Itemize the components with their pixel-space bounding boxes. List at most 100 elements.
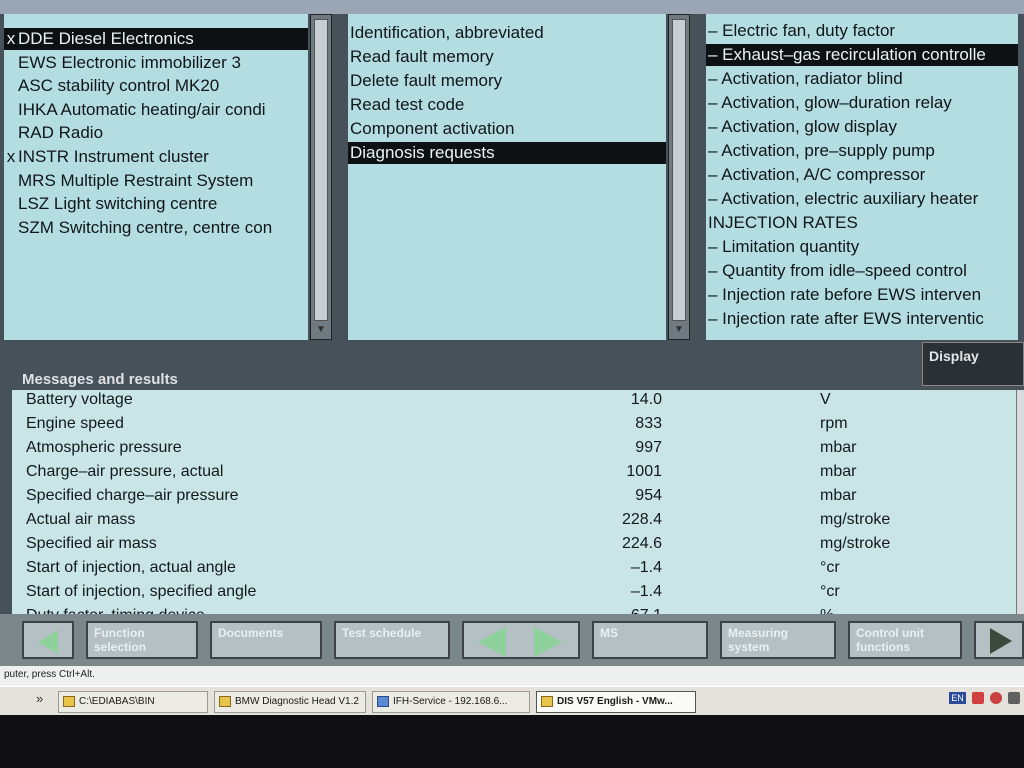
list-item[interactable]: SZM Switching centre, centre con	[4, 217, 308, 239]
forward-button[interactable]	[974, 621, 1024, 659]
list-item[interactable]: INJECTION RATES	[706, 212, 1018, 234]
control-unit-functions-button[interactable]: Control unit functions	[848, 621, 962, 659]
volume-icon[interactable]	[1008, 692, 1020, 705]
list-item[interactable]: Component activation	[348, 118, 666, 140]
list-item-label: Read test code	[350, 95, 465, 114]
list-item[interactable]: Diagnosis requests	[348, 142, 666, 164]
antivirus-icon[interactable]	[989, 692, 1002, 705]
task-dis-vmware[interactable]: DIS V57 English - VMw...	[536, 691, 696, 713]
function-list-scrollbar[interactable]: ▼	[668, 14, 690, 340]
result-unit: mg/stroke	[820, 511, 891, 528]
window-icon	[541, 696, 553, 707]
table-row: Start of injection, actual angle –1.4 °cr	[12, 556, 1016, 580]
selection-mark: x	[6, 147, 16, 166]
chevron-down-icon[interactable]: ▼	[669, 323, 689, 337]
list-item[interactable]: LSZ Light switching centre	[4, 193, 308, 215]
list-item[interactable]: – Activation, A/C compressor	[706, 164, 1018, 186]
results-table: Battery voltage 14.0 V Engine speed 833 rpm At…	[12, 390, 1016, 614]
test-schedule-button[interactable]: Test schedule	[334, 621, 450, 659]
list-item[interactable]: Read test code	[348, 94, 666, 116]
taskbar: » C:\EDIABAS\BIN BMW Diagnostic Head V1.…	[0, 686, 1024, 715]
table-row: Actual air mass 228.4 mg/stroke	[12, 508, 1016, 532]
result-unit: °cr	[820, 583, 840, 600]
top-strip	[0, 0, 1024, 14]
display-button[interactable]: Display	[922, 342, 1024, 386]
task-diagnostic-head[interactable]: BMW Diagnostic Head V1.2	[214, 691, 366, 713]
list-item[interactable]: EWS Electronic immobilizer 3	[4, 52, 308, 74]
result-unit: mbar	[820, 463, 857, 480]
list-item-label: MRS Multiple Restraint System	[18, 170, 254, 190]
result-name: Atmospheric pressure	[26, 439, 182, 456]
request-list-panel[interactable]: – Electric fan, duty factor – Exhaust–gas…	[706, 14, 1018, 340]
result-value: 224.6	[621, 535, 662, 552]
measuring-system-button[interactable]: Measuring system	[720, 621, 836, 659]
list-item-label: – Limitation quantity	[708, 237, 860, 256]
list-item[interactable]: – Injection rate before EWS interven	[706, 284, 1018, 306]
result-value: –1.4	[630, 583, 662, 600]
back-button[interactable]	[22, 621, 74, 659]
result-value: 14.0	[630, 391, 662, 408]
list-item-label: – Activation, glow display	[708, 117, 897, 136]
result-name: Engine speed	[26, 415, 124, 432]
lock-icon	[219, 696, 231, 707]
chevron-down-icon[interactable]: ▼	[311, 323, 331, 337]
result-unit: mg/stroke	[820, 535, 891, 552]
result-value: –1.4	[630, 559, 662, 576]
language-indicator[interactable]: EN	[949, 692, 966, 705]
list-item[interactable]: ASC stability control MK20	[4, 75, 308, 97]
list-item[interactable]: – Exhaust–gas recirculation controlle	[706, 44, 1018, 66]
list-item[interactable]: x INSTR Instrument cluster	[4, 146, 308, 168]
arrow-right-icon	[990, 628, 1012, 654]
list-item[interactable]: – Activation, glow display	[706, 116, 1018, 138]
task-ediabas[interactable]: C:\EDIABAS\BIN	[58, 691, 208, 713]
scrollbar-thumb[interactable]	[314, 19, 328, 321]
list-item[interactable]: – Limitation quantity	[706, 236, 1018, 258]
network-error-icon[interactable]	[971, 692, 984, 705]
list-item[interactable]: RAD Radio	[4, 122, 308, 144]
list-item-label: IHKA Automatic heating/air condi	[18, 99, 266, 119]
list-item-label: RAD Radio	[18, 123, 104, 143]
list-item-label: – Injection rate after EWS interventic	[708, 309, 984, 328]
result-name: Start of injection, specified angle	[26, 583, 257, 600]
list-item[interactable]: IHKA Automatic heating/air condi	[4, 99, 308, 121]
task-ifh-service[interactable]: IFH-Service - 192.168.6...	[372, 691, 530, 713]
list-item[interactable]: Delete fault memory	[348, 70, 666, 92]
network-icon	[377, 696, 389, 707]
taskbar-chevron[interactable]: »	[36, 691, 43, 706]
results-scrollbar[interactable]	[1016, 390, 1024, 614]
ecu-list-panel[interactable]: x DDE Diesel Electronics EWS Electronic im…	[4, 14, 308, 340]
list-item-label: – Activation, radiator blind	[708, 69, 903, 88]
list-item-label: DDE Diesel Electronics	[18, 29, 194, 48]
list-item[interactable]: – Electric fan, duty factor	[706, 20, 1018, 42]
arrow-left-icon[interactable]	[478, 627, 506, 657]
result-name: Specified air mass	[26, 535, 157, 552]
table-row: Specified charge–air pressure 954 mbar	[12, 484, 1016, 508]
list-item[interactable]: – Activation, electric auxiliary heater	[706, 188, 1018, 210]
ecu-list-scrollbar[interactable]: ▼	[310, 14, 332, 340]
list-item[interactable]: – Activation, pre–supply pump	[706, 140, 1018, 162]
table-row: Engine speed 833 rpm	[12, 412, 1016, 436]
arrow-right-icon[interactable]	[534, 627, 562, 657]
list-item[interactable]: – Activation, radiator blind	[706, 68, 1018, 90]
list-item[interactable]: Read fault memory	[348, 46, 666, 68]
prev-next-button[interactable]	[462, 621, 580, 659]
result-name: Specified charge–air pressure	[26, 487, 239, 504]
list-item[interactable]: MRS Multiple Restraint System	[4, 170, 308, 192]
bottom-toolbar: Function selection Documents Test schedu…	[0, 614, 1024, 666]
list-item[interactable]: – Quantity from idle–speed control	[706, 260, 1018, 282]
documents-button[interactable]: Documents	[210, 621, 322, 659]
list-item[interactable]: – Injection rate after EWS interventic	[706, 308, 1018, 330]
list-item-label: – Electric fan, duty factor	[708, 21, 896, 40]
function-list-panel[interactable]: Identification, abbreviated Read fault me…	[348, 14, 666, 340]
list-item[interactable]: Identification, abbreviated	[348, 22, 666, 44]
list-item[interactable]: – Activation, glow–duration relay	[706, 92, 1018, 114]
ms-button[interactable]: MS	[592, 621, 708, 659]
table-row: Charge–air pressure, actual 1001 mbar	[12, 460, 1016, 484]
result-value: 997	[635, 439, 662, 456]
function-selection-button[interactable]: Function selection	[86, 621, 198, 659]
list-item[interactable]: x DDE Diesel Electronics	[4, 28, 308, 50]
list-item-label: Delete fault memory	[350, 71, 503, 90]
result-name: Start of injection, actual angle	[26, 559, 236, 576]
scrollbar-thumb[interactable]	[672, 19, 686, 321]
arrow-left-icon	[38, 630, 58, 654]
